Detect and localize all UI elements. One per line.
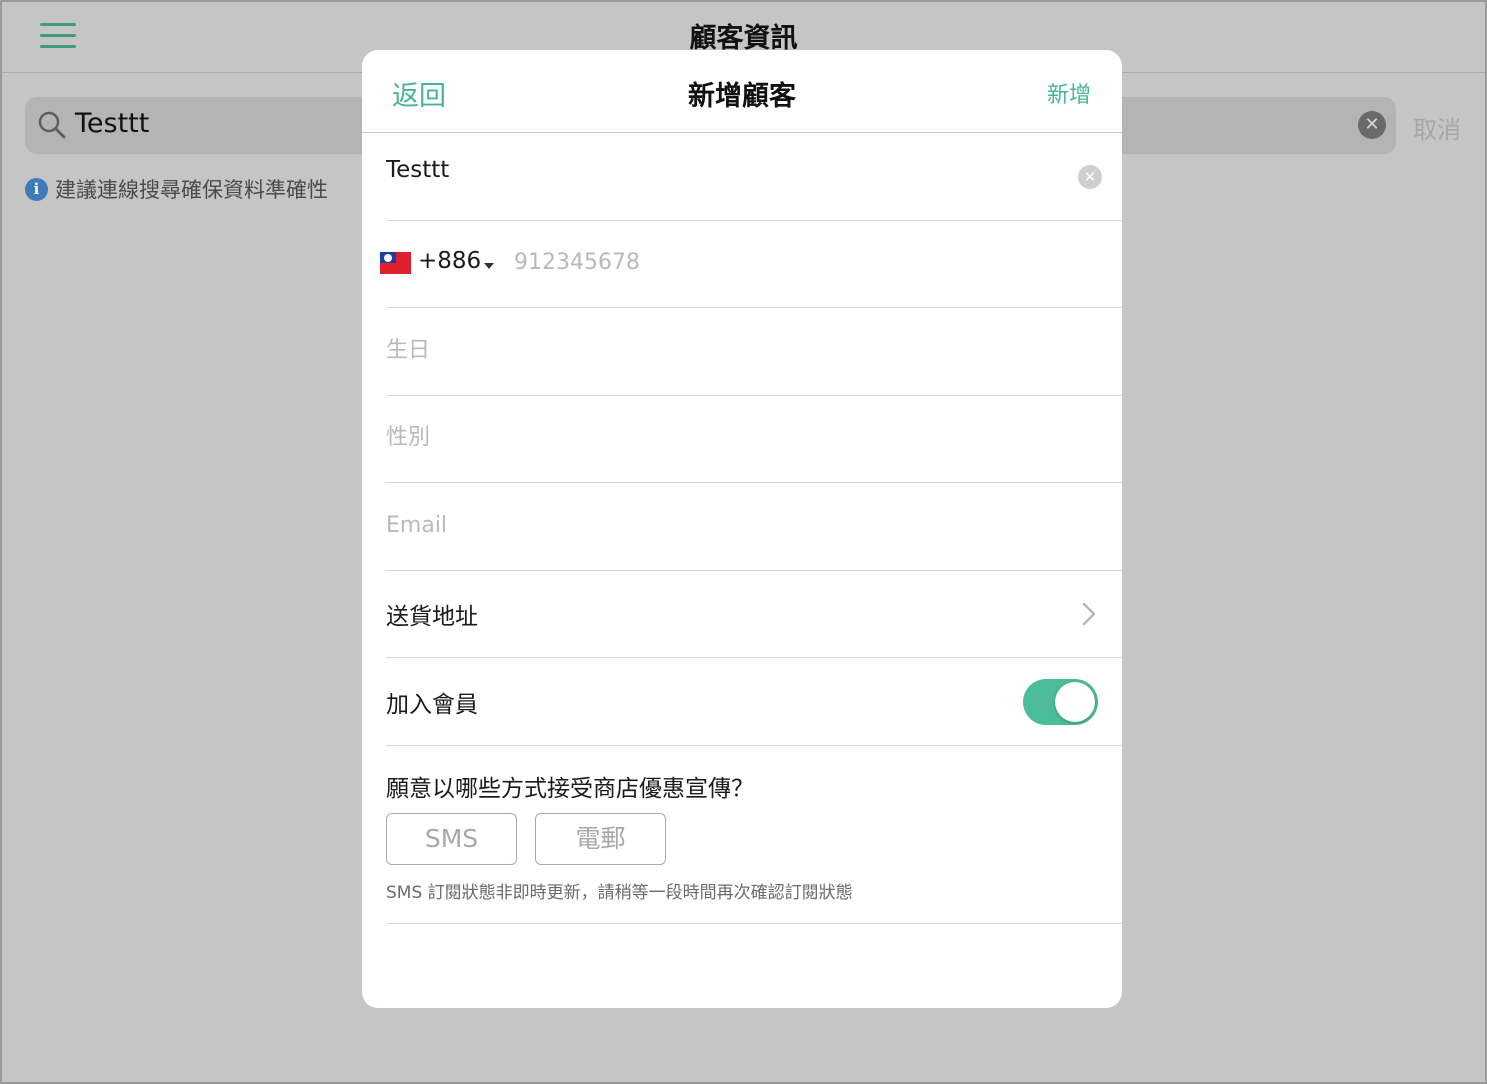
promo-option-sms[interactable]: SMS <box>386 813 517 865</box>
modal-header: 返回 新增顧客 新增 <box>362 50 1122 133</box>
clear-icon[interactable]: ✕ <box>1078 165 1102 189</box>
taiwan-flag-icon[interactable] <box>380 252 411 274</box>
shipping-address-label: 送貨地址 <box>386 604 478 630</box>
promo-note: SMS 訂閱狀態非即時更新，請稍等一段時間再次確認訂閱狀態 <box>386 883 853 903</box>
promo-question: 願意以哪些方式接受商店優惠宣傳？ <box>386 776 754 802</box>
gender-row[interactable] <box>386 395 1122 483</box>
email-row[interactable] <box>386 483 1122 571</box>
offline-hint: i 建議連線搜尋確保資料準確性 <box>25 175 328 203</box>
clear-icon[interactable]: ✕ <box>1358 111 1386 139</box>
membership-toggle[interactable] <box>1023 679 1098 725</box>
membership-label: 加入會員 <box>386 692 478 718</box>
name-row: ✕ <box>386 133 1122 221</box>
caret-down-icon[interactable] <box>484 263 494 269</box>
promo-consent-section: 願意以哪些方式接受商店優惠宣傳？ SMS 電郵 SMS 訂閱狀態非即時更新，請稍… <box>386 746 1122 924</box>
info-icon: i <box>25 177 48 201</box>
name-field[interactable] <box>386 157 1046 183</box>
phone-field[interactable] <box>514 250 934 275</box>
chevron-right-icon <box>1082 602 1096 626</box>
membership-row: 加入會員 <box>386 658 1122 746</box>
cancel-search-button[interactable]: 取消 <box>1413 110 1461 145</box>
add-customer-button[interactable]: 新增 <box>1047 77 1091 109</box>
birthday-field[interactable] <box>386 338 660 363</box>
shipping-address-row[interactable]: 送貨地址 <box>386 570 1122 658</box>
add-customer-modal: 返回 新增顧客 新增 ✕ +886 送貨地址 加入會員 願意以哪些方式接受商店優… <box>362 50 1122 1008</box>
email-field[interactable] <box>386 513 660 538</box>
gender-field[interactable] <box>386 425 660 450</box>
phone-row: +886 <box>380 220 1122 308</box>
modal-title: 新增顧客 <box>688 81 796 112</box>
promo-option-email[interactable]: 電郵 <box>535 813 666 865</box>
search-icon <box>38 111 66 139</box>
hint-text: 建議連線搜尋確保資料準確性 <box>55 178 328 202</box>
search-input[interactable]: Testtt <box>75 108 149 139</box>
country-code-selector[interactable]: +886 <box>418 248 481 274</box>
birthday-row[interactable] <box>386 308 1122 396</box>
